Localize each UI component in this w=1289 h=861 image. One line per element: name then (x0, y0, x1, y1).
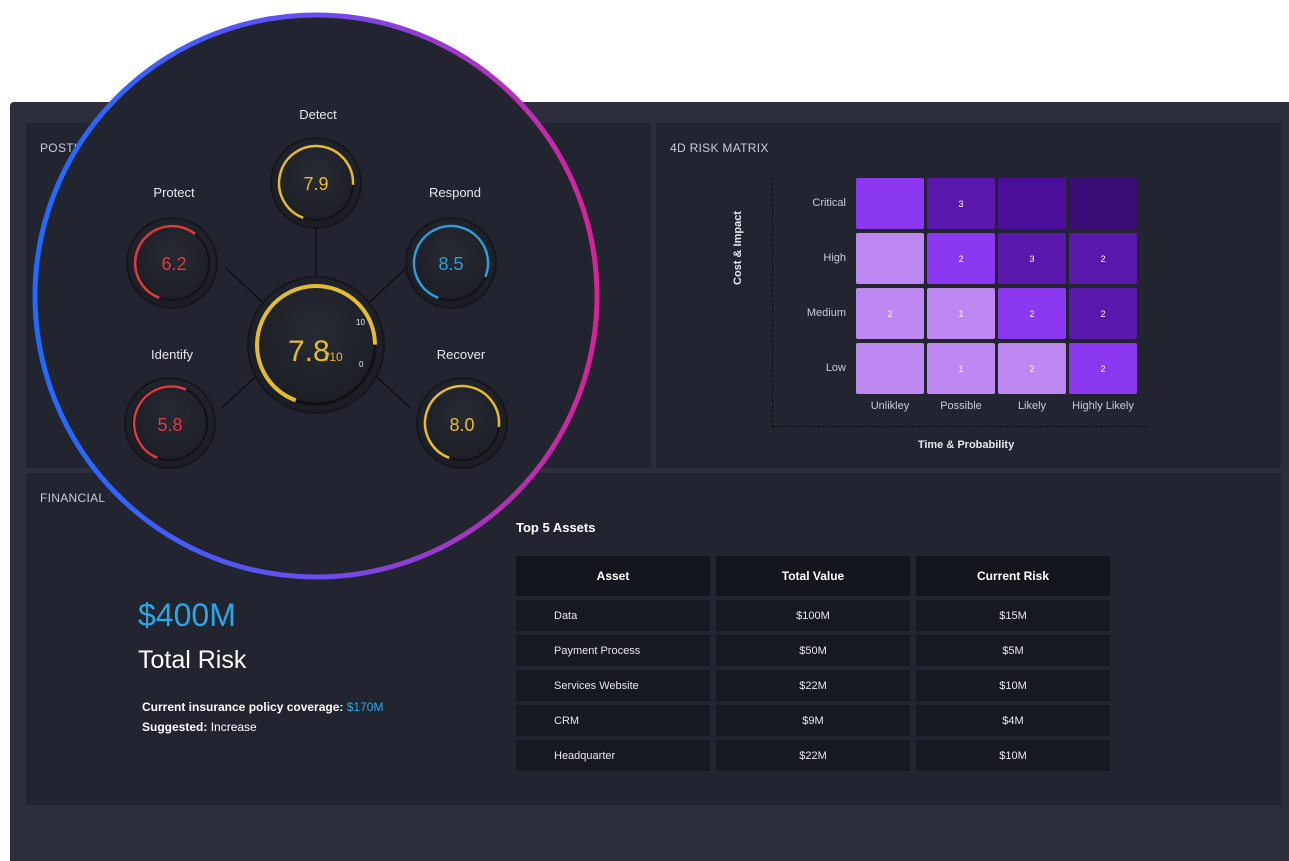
gauge-recover-value: 8.0 (449, 415, 474, 435)
matrix-cell[interactable] (856, 343, 924, 394)
asset-name-cell: Services Website (516, 670, 710, 701)
matrix-cell[interactable]: 3 (927, 178, 995, 229)
coverage-line: Current insurance policy coverage: $170M (142, 700, 383, 714)
column-header-current-risk: Current Risk (916, 556, 1110, 596)
table-header-row: Asset Total Value Current Risk (516, 556, 1116, 596)
matrix-row-label: Critical (812, 196, 846, 209)
suggested-value: Increase (210, 720, 257, 734)
gauge-identify-value: 5.8 (157, 415, 182, 435)
table-row: Headquarter $22M $10M (516, 740, 1116, 771)
matrix-y-axis-label: Cost & Impact (732, 211, 744, 285)
matrix-row-label: Medium (806, 306, 846, 319)
total-value-cell: $22M (716, 740, 910, 771)
current-risk-cell: $10M (916, 670, 1110, 701)
overall-score-gauge[interactable]: 7.8 /10 10 0 (247, 276, 385, 414)
matrix-cell[interactable]: 2 (998, 288, 1066, 339)
asset-name-cell: Data (516, 600, 710, 631)
gauge-identify-label: Identify (151, 347, 193, 362)
matrix-row-label: Low (825, 361, 846, 374)
current-risk-cell: $5M (916, 635, 1110, 666)
risk-matrix-title: 4D RISK MATRIX (670, 141, 769, 155)
gauge-recover-label: Recover (437, 347, 486, 362)
suggested-label: Suggested: (142, 720, 208, 734)
column-header-total-value: Total Value (716, 556, 910, 596)
risk-matrix-panel: 4D RISK MATRIX Cost & Impact Critical 3 Hi… (656, 123, 1281, 468)
matrix-column-label: Highly Likely (1072, 400, 1134, 412)
table-row: CRM $9M $4M (516, 705, 1116, 736)
matrix-cell[interactable]: 2 (998, 343, 1066, 394)
asset-name-cell: Headquarter (516, 740, 710, 771)
current-risk-cell: $15M (916, 600, 1110, 631)
matrix-column-label: Possible (940, 400, 982, 412)
matrix-cell[interactable] (1069, 178, 1137, 229)
coverage-value: $170M (346, 700, 384, 714)
total-value-cell: $50M (716, 635, 910, 666)
table-row: Data $100M $15M (516, 600, 1116, 631)
matrix-cell[interactable]: 2 (1069, 343, 1137, 394)
column-header-asset: Asset (516, 556, 710, 596)
total-value-cell: $9M (716, 705, 910, 736)
gauge-protect-value: 6.2 (161, 254, 186, 274)
matrix-cell[interactable]: 2 (1069, 288, 1137, 339)
matrix-y-axis-line (772, 178, 773, 428)
overall-min-label: 0 (359, 360, 364, 369)
suggested-line: Suggested: Increase (142, 720, 257, 734)
asset-name-cell: Payment Process (516, 635, 710, 666)
table-row: Payment Process $50M $5M (516, 635, 1116, 666)
total-risk-amount: $400M (138, 597, 236, 633)
matrix-cell[interactable]: 2 (856, 288, 924, 339)
matrix-column-label: Likely (1017, 400, 1047, 412)
overall-score-value: 7.8 (288, 335, 330, 368)
current-risk-cell: $4M (916, 705, 1110, 736)
matrix-cell[interactable] (998, 178, 1066, 229)
matrix-cell[interactable] (856, 178, 924, 229)
coverage-label: Current insurance policy coverage: (142, 700, 344, 714)
matrix-cell[interactable]: 3 (998, 233, 1066, 284)
table-row: Services Website $22M $10M (516, 670, 1116, 701)
total-value-cell: $22M (716, 670, 910, 701)
total-risk-label: Total Risk (138, 646, 247, 674)
financial-title: FINANCIAL (40, 491, 106, 505)
gauge-respond-value: 8.5 (438, 254, 463, 274)
matrix-cell[interactable]: 2 (927, 233, 995, 284)
gauge-protect-label: Protect (153, 185, 195, 200)
matrix-column-label: Unlikley (870, 400, 910, 412)
matrix-cell[interactable]: 1 (927, 343, 995, 394)
matrix-cell[interactable]: 1 (927, 288, 995, 339)
matrix-x-axis-line (772, 426, 1148, 427)
asset-name-cell: CRM (516, 705, 710, 736)
gauge-respond-label: Respond (429, 185, 481, 200)
matrix-cell[interactable]: 2 (1069, 233, 1137, 284)
overall-max-label: 10 (356, 318, 365, 327)
current-risk-cell: $10M (916, 740, 1110, 771)
overall-score-denominator: /10 (326, 350, 343, 364)
matrix-cell[interactable] (856, 233, 924, 284)
gauge-detect-value: 7.9 (303, 174, 328, 194)
matrix-x-axis-label: Time & Probability (917, 439, 1015, 451)
matrix-row-label: High (823, 251, 846, 264)
gauge-detect-label: Detect (299, 107, 337, 122)
top-assets-table: Asset Total Value Current Risk Data $100… (516, 556, 1116, 771)
top-assets-title: Top 5 Assets (516, 520, 596, 535)
total-value-cell: $100M (716, 600, 910, 631)
